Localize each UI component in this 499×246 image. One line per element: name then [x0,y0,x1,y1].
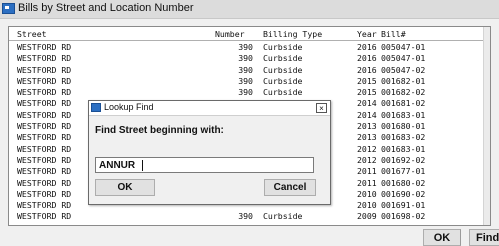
cell-number: 390 [238,75,253,86]
cell-year: 2010 [357,188,377,199]
dialog-prompt: Find Street beginning with: [95,125,224,136]
window-title: Bills by Street and Location Number [18,2,194,14]
cell-street: WESTFORD RD [17,121,72,132]
cell-bill: 005047-01 [381,42,426,52]
cell-bill: 001677-01 [381,166,426,177]
cell-street: WESTFORD RD [17,154,72,165]
cell-street: WESTFORD RD [17,64,72,75]
cell-number: 390 [238,87,253,98]
cell-billing-type: Curbside [263,53,303,64]
window-titlebar: Bills by Street and Location Number [0,0,499,19]
cell-year: 2010 [357,200,377,211]
table-row[interactable]: WESTFORD RD 390 Curbside 2015 001682-02 [9,86,490,97]
cell-year: 2016 [357,42,377,52]
cell-street: WESTFORD RD [17,53,72,64]
cell-number: 390 [238,64,253,75]
cell-billing-type: Curbside [263,211,303,222]
cell-street: WESTFORD RD [17,177,72,188]
cell-street: WESTFORD RD [17,132,72,143]
dialog-cancel-button[interactable]: Cancel [264,179,316,196]
cell-bill: 001681-02 [381,98,426,109]
vertical-scrollbar[interactable] [483,27,490,225]
table-row[interactable]: WESTFORD RD 390 Curbside 2016 005047-02 [9,64,490,75]
dialog-app-icon [91,103,101,112]
cell-year: 2009 [357,211,377,222]
cell-year: 2011 [357,177,377,188]
close-icon[interactable]: × [316,103,327,113]
ok-button[interactable]: OK [423,229,461,246]
cell-year: 2015 [357,87,377,98]
cell-street: WESTFORD RD [17,188,72,199]
cell-bill: 001683-01 [381,109,426,120]
cell-billing-type: Curbside [263,75,303,86]
cell-bill: 005047-02 [381,64,426,75]
cell-street: WESTFORD RD [17,87,72,98]
cell-number: 390 [238,53,253,64]
cell-year: 2014 [357,98,377,109]
cell-street: WESTFORD RD [17,200,72,211]
cell-number: 390 [238,211,253,222]
cell-year: 2016 [357,64,377,75]
cell-bill: 001698-02 [381,211,426,222]
cell-number: 390 [238,42,253,52]
lookup-find-dialog: Lookup Find × Find Street beginning with… [88,100,331,205]
cell-street: WESTFORD RD [17,166,72,177]
text-caret [142,160,143,171]
dialog-ok-button[interactable]: OK [95,179,155,196]
column-header-number[interactable]: Number [215,29,245,39]
cell-bill: 001682-02 [381,87,426,98]
table-icon [2,3,15,14]
find-button[interactable]: Find [469,229,499,246]
cell-street: WESTFORD RD [17,75,72,86]
table-row[interactable]: WESTFORD RD 390 Curbside 2016 005047-01 [9,52,490,63]
column-header-year[interactable]: Year [357,29,377,39]
cell-bill: 001683-01 [381,143,426,154]
cell-year: 2012 [357,154,377,165]
street-search-input[interactable] [95,157,314,173]
cell-year: 2013 [357,132,377,143]
cell-street: WESTFORD RD [17,109,72,120]
column-header-bill[interactable]: Bill# [381,29,406,39]
cell-year: 2012 [357,143,377,154]
cell-year: 2011 [357,166,377,177]
cell-year: 2013 [357,121,377,132]
cell-year: 2014 [357,109,377,120]
cell-bill: 001680-02 [381,177,426,188]
cell-street: WESTFORD RD [17,98,72,109]
column-header-billing-type[interactable]: Billing Type [263,29,322,39]
list-header: Street Number Billing Type Year Bill# [9,27,490,41]
table-row[interactable]: WESTFORD RD 390 Curbside 2016 005047-01 [9,41,490,52]
cell-billing-type: Curbside [263,64,303,75]
cell-bill: 001683-02 [381,132,426,143]
cell-year: 2015 [357,75,377,86]
cell-street: WESTFORD RD [17,42,72,52]
cell-year: 2016 [357,53,377,64]
cell-bill: 001692-02 [381,154,426,165]
cell-street: WESTFORD RD [17,211,72,222]
cell-street: WESTFORD RD [17,143,72,154]
cell-bill: 001691-01 [381,200,426,211]
cell-billing-type: Curbside [263,87,303,98]
cell-billing-type: Curbside [263,42,303,52]
dialog-title: Lookup Find [104,102,154,112]
cell-bill: 005047-01 [381,53,426,64]
table-row[interactable]: WESTFORD RD 390 Curbside 2015 001682-01 [9,75,490,86]
table-row[interactable]: WESTFORD RD 390 Curbside 2009 001698-02 [9,210,490,221]
dialog-titlebar: Lookup Find × [89,101,330,116]
column-header-street[interactable]: Street [17,29,47,39]
cell-bill: 001682-01 [381,75,426,86]
cell-bill: 001690-02 [381,188,426,199]
cell-bill: 001680-01 [381,121,426,132]
